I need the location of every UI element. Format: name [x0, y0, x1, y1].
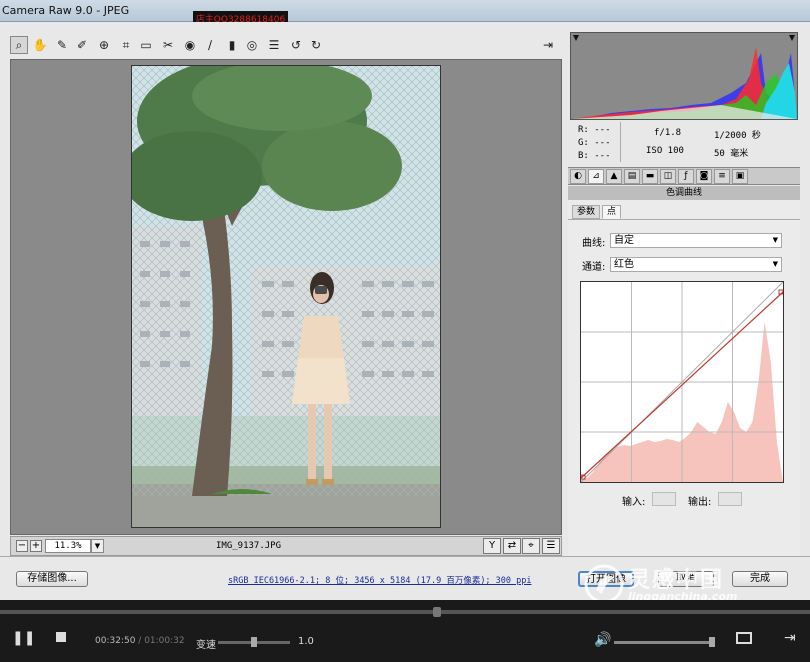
- r-value: R: ---: [578, 125, 611, 135]
- speed-slider-handle[interactable]: [251, 637, 257, 647]
- filename-label: IMG_9137.JPG: [216, 541, 282, 551]
- histogram-graph: [571, 33, 797, 119]
- total-time: 01:00:32: [144, 636, 185, 646]
- save-image-button[interactable]: 存储图像...: [16, 571, 88, 587]
- detail-panel-icon[interactable]: ▲: [606, 169, 622, 184]
- zoom-in-button[interactable]: +: [30, 540, 42, 552]
- tone-curve-panel: 参数 点 曲线: 自定 ▼ 通道: 红色 ▼ 输入: 输出:: [568, 200, 800, 556]
- red-eye-tool-icon[interactable]: ◉: [182, 37, 198, 53]
- photo-preview: [131, 65, 441, 528]
- workflow-options-link[interactable]: sRGB IEC61966-2.1; 8 位; 3456 x 5184 (17.…: [228, 574, 532, 586]
- volume-slider[interactable]: [614, 637, 715, 647]
- hsl-panel-icon[interactable]: ▤: [624, 169, 640, 184]
- rgb-exif-readout: R: --- G: --- B: --- f/1.8 1/2000 秒 ISO …: [570, 120, 798, 166]
- curve-graph: [580, 281, 784, 483]
- toolbar: ⌕ ✋ ✎ ✐ ⊕ ⌗ ▭ ✂ ◉ ∕ ▮ ◎ ☰ ↺ ↻ ⇥: [10, 34, 560, 56]
- presets-list-icon[interactable]: ☰: [266, 37, 282, 53]
- output-label: 输出:: [688, 497, 712, 508]
- panel-tab-strip: ◐ ⊿ ▲ ▤ ▬ ◫ ƒ ◙ ≡ ▣: [568, 167, 800, 185]
- focal-length-value: 50 毫米: [714, 149, 749, 159]
- fullscreen-icon[interactable]: [736, 632, 752, 644]
- zoom-level-field[interactable]: 11.3%: [45, 539, 91, 553]
- g-value: G: ---: [578, 138, 611, 148]
- status-bar: − + 11.3% ▼ IMG_9137.JPG Y ⇄ ⌖ ☰: [10, 536, 562, 556]
- toggle-settings-icon[interactable]: ☰: [542, 538, 560, 554]
- zoom-out-button[interactable]: −: [16, 540, 28, 552]
- camera-calibration-icon[interactable]: ◙: [696, 169, 712, 184]
- split-toning-panel-icon[interactable]: ▬: [642, 169, 658, 184]
- speed-value: 1.0: [298, 636, 314, 647]
- presets-panel-icon[interactable]: ≡: [714, 169, 730, 184]
- rotate-cw-icon[interactable]: ↻: [308, 37, 324, 53]
- chevron-down-icon: ▼: [772, 260, 778, 268]
- exit-icon[interactable]: ⇥: [784, 630, 796, 646]
- fx-panel-icon[interactable]: ƒ: [678, 169, 694, 184]
- curve-preset-select[interactable]: 自定 ▼: [610, 233, 782, 248]
- camera-raw-window: ⌕ ✋ ✎ ✐ ⊕ ⌗ ▭ ✂ ◉ ∕ ▮ ◎ ☰ ↺ ↻ ⇥ − + 11.3…: [0, 22, 810, 600]
- stop-icon[interactable]: [56, 632, 66, 642]
- b-value: B: ---: [578, 151, 611, 161]
- graduated-filter-icon[interactable]: ▮: [224, 37, 240, 53]
- tab-parametric[interactable]: 参数: [572, 205, 601, 219]
- white-balance-tool-icon[interactable]: ✎: [54, 37, 70, 53]
- spot-removal-tool-icon[interactable]: ✂: [160, 37, 176, 53]
- volume-fill: [614, 641, 712, 644]
- radial-filter-icon[interactable]: ◎: [244, 37, 260, 53]
- tab-point[interactable]: 点: [602, 205, 622, 219]
- basic-panel-icon[interactable]: ◐: [570, 169, 586, 184]
- seek-bar[interactable]: [0, 607, 810, 617]
- readout-divider: [620, 122, 621, 162]
- color-sampler-tool-icon[interactable]: ✐: [74, 37, 90, 53]
- swap-settings-icon[interactable]: ⇄: [503, 538, 521, 554]
- before-after-y-icon[interactable]: Y: [483, 538, 501, 554]
- playback-time: 00:32:50 / 01:00:32: [95, 636, 185, 646]
- lens-panel-icon[interactable]: ◫: [660, 169, 676, 184]
- photo-image: [132, 66, 440, 527]
- chevron-down-icon: ▼: [772, 236, 778, 244]
- pause-icon[interactable]: ❚❚: [12, 630, 35, 646]
- panel-title: 色调曲线: [568, 186, 800, 200]
- adjustment-brush-icon[interactable]: ∕: [202, 37, 218, 53]
- channel-label: 通道:: [582, 262, 606, 273]
- crop-tool-icon[interactable]: ⌗: [118, 37, 134, 53]
- curve-preset-value: 自定: [614, 235, 634, 246]
- point-curve-editor[interactable]: [580, 281, 784, 483]
- tone-curve-panel-icon[interactable]: ⊿: [588, 169, 604, 184]
- output-field[interactable]: [718, 492, 742, 506]
- rotate-ccw-icon[interactable]: ↺: [288, 37, 304, 53]
- hand-tool-icon[interactable]: ✋: [32, 37, 48, 53]
- video-player-controls: ❚❚ 00:32:50 / 01:00:32 变速 1.0 🔊 ⇥: [0, 600, 810, 662]
- channel-select[interactable]: 红色 ▼: [610, 257, 782, 272]
- targeted-adjust-tool-icon[interactable]: ⊕: [96, 37, 112, 53]
- time-separator: /: [135, 636, 145, 646]
- snapshots-panel-icon[interactable]: ▣: [732, 169, 748, 184]
- image-canvas[interactable]: [10, 59, 562, 535]
- copy-settings-icon[interactable]: ⌖: [522, 538, 540, 554]
- window-title: Camera Raw 9.0 - JPEG: [2, 4, 130, 17]
- tab-divider: [568, 219, 800, 220]
- volume-slider-handle[interactable]: [709, 637, 715, 647]
- curve-label: 曲线:: [582, 238, 606, 249]
- speed-slider[interactable]: [218, 637, 290, 647]
- title-bar: Camera Raw 9.0 - JPEG: [0, 0, 810, 22]
- straighten-tool-icon[interactable]: ▭: [138, 37, 154, 53]
- shutter-value: 1/2000 秒: [714, 131, 761, 141]
- aperture-value: f/1.8: [654, 128, 682, 138]
- zoom-dropdown-arrow[interactable]: ▼: [91, 539, 104, 553]
- input-field[interactable]: [652, 492, 676, 506]
- iso-value: ISO 100: [646, 146, 684, 156]
- current-time: 00:32:50: [95, 636, 136, 646]
- zoom-tool-icon[interactable]: ⌕: [10, 36, 28, 54]
- volume-icon[interactable]: 🔊: [594, 632, 611, 648]
- speed-label: 变速: [196, 640, 216, 651]
- open-preferences-icon[interactable]: ⇥: [540, 37, 556, 53]
- rgb-readout: R: --- G: --- B: ---: [578, 124, 611, 163]
- histogram: [570, 32, 798, 120]
- channel-value: 红色: [614, 259, 634, 270]
- input-label: 输入:: [622, 497, 646, 508]
- seek-handle[interactable]: [433, 607, 442, 617]
